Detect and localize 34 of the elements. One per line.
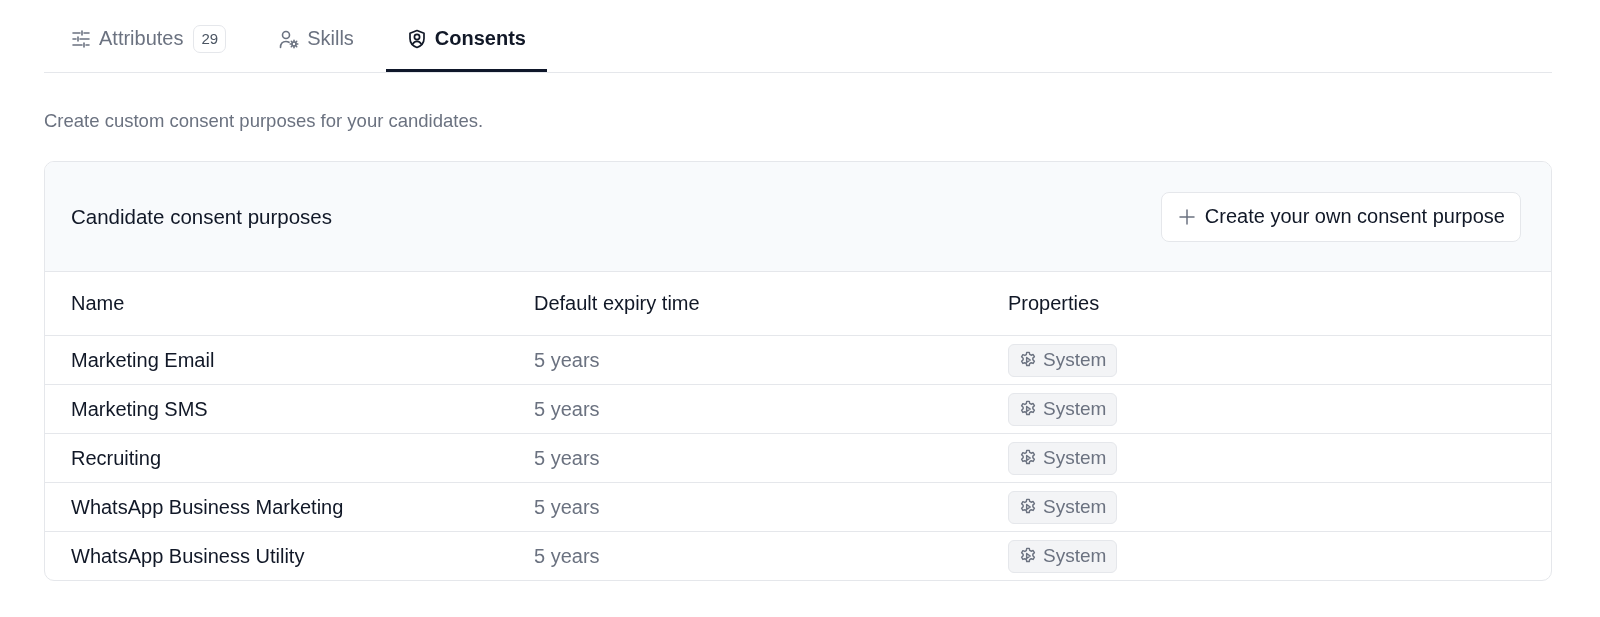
plus-icon bbox=[1178, 208, 1195, 225]
property-tag: System bbox=[1008, 490, 1118, 524]
property-tag: System bbox=[1008, 343, 1118, 377]
card-title: Candidate consent purposes bbox=[71, 204, 332, 229]
tab[interactable]: Consents bbox=[385, 0, 547, 72]
table-cell: 5 years bbox=[534, 544, 600, 568]
table-cell: WhatsApp Business Utility bbox=[71, 544, 305, 568]
column-header: Default expiry time bbox=[534, 292, 700, 315]
gear-icon bbox=[1019, 449, 1037, 467]
table-cell: Recruiting bbox=[71, 446, 162, 470]
sliders-icon bbox=[71, 28, 91, 49]
gear-icon bbox=[1019, 547, 1037, 565]
property-tag: System bbox=[1008, 539, 1118, 573]
table-cell: 5 years bbox=[534, 348, 600, 372]
user-gear-icon bbox=[279, 28, 300, 49]
table-cell: WhatsApp Business Marketing bbox=[71, 495, 344, 519]
column-header: Name bbox=[71, 292, 125, 315]
property-tag: System bbox=[1008, 392, 1118, 426]
gear-icon bbox=[1019, 351, 1037, 369]
description-text: Create custom consent purposes for your candidates. bbox=[44, 109, 485, 133]
table-cell: 5 years bbox=[534, 495, 600, 519]
gear-icon bbox=[1019, 498, 1037, 516]
shield-user-icon bbox=[406, 28, 427, 49]
property-tag: System bbox=[1008, 441, 1118, 475]
table-cell: 5 years bbox=[534, 397, 600, 421]
table-cell: Marketing SMS bbox=[71, 397, 208, 421]
create-button[interactable]: Create your own consent purpose bbox=[1160, 191, 1521, 242]
table-cell: Marketing Email bbox=[71, 348, 215, 372]
table-cell: 5 years bbox=[534, 446, 600, 470]
count-badge: 29 bbox=[193, 24, 227, 53]
column-header: Properties bbox=[1008, 292, 1100, 315]
gear-icon bbox=[1019, 400, 1037, 418]
tab[interactable]: Attributes 29 bbox=[50, 0, 248, 72]
tab[interactable]: Skills bbox=[258, 0, 375, 72]
